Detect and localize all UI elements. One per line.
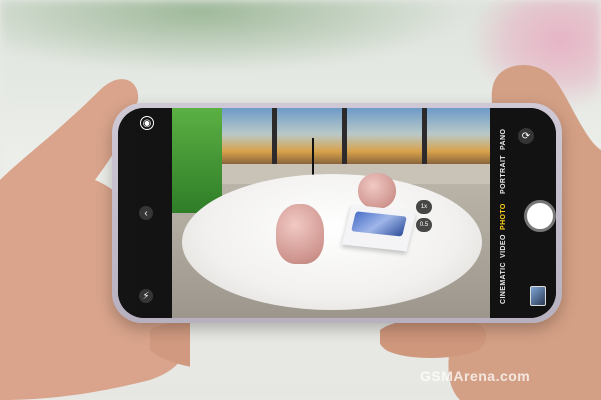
white-table [182, 174, 482, 310]
window-mullion [422, 108, 427, 166]
camera-viewfinder[interactable] [172, 108, 490, 318]
mode-portrait[interactable]: PORTRAIT [500, 155, 507, 194]
window-mullion [342, 108, 347, 166]
phone-screen: ◉ ‹ ⚡ 1x 0.5 ⟳ PANO PORTRAIT PHOTO VIDEO… [118, 108, 556, 318]
green-chair [172, 108, 222, 213]
settings-icon[interactable]: ◉ [140, 116, 154, 130]
flip-camera-icon[interactable]: ⟳ [518, 128, 534, 144]
left-controls: ◉ ‹ ⚡ [118, 108, 172, 318]
zoom-0-5[interactable]: 0.5 [416, 218, 432, 232]
mode-video[interactable]: VIDEO [500, 234, 507, 258]
window-mullion [272, 108, 277, 166]
watermark: GSMArena.com [420, 368, 531, 384]
box-artwork [351, 211, 407, 237]
gallery-thumbnail[interactable] [530, 286, 546, 306]
mode-pano[interactable]: PANO [500, 129, 507, 150]
zoom-1x[interactable]: 1x [416, 200, 432, 214]
camera-mode-panel: ⟳ PANO PORTRAIT PHOTO VIDEO CINEMATIC [490, 108, 556, 318]
mode-photo[interactable]: PHOTO [500, 203, 507, 230]
shutter-button[interactable] [524, 200, 556, 232]
chevron-icon[interactable]: ‹ [139, 206, 153, 220]
phone-box [341, 204, 417, 252]
mode-cinematic[interactable]: CINEMATIC [500, 262, 507, 304]
large-speaker [276, 204, 324, 264]
flash-icon[interactable]: ⚡ [139, 289, 153, 303]
small-speaker [358, 173, 396, 209]
